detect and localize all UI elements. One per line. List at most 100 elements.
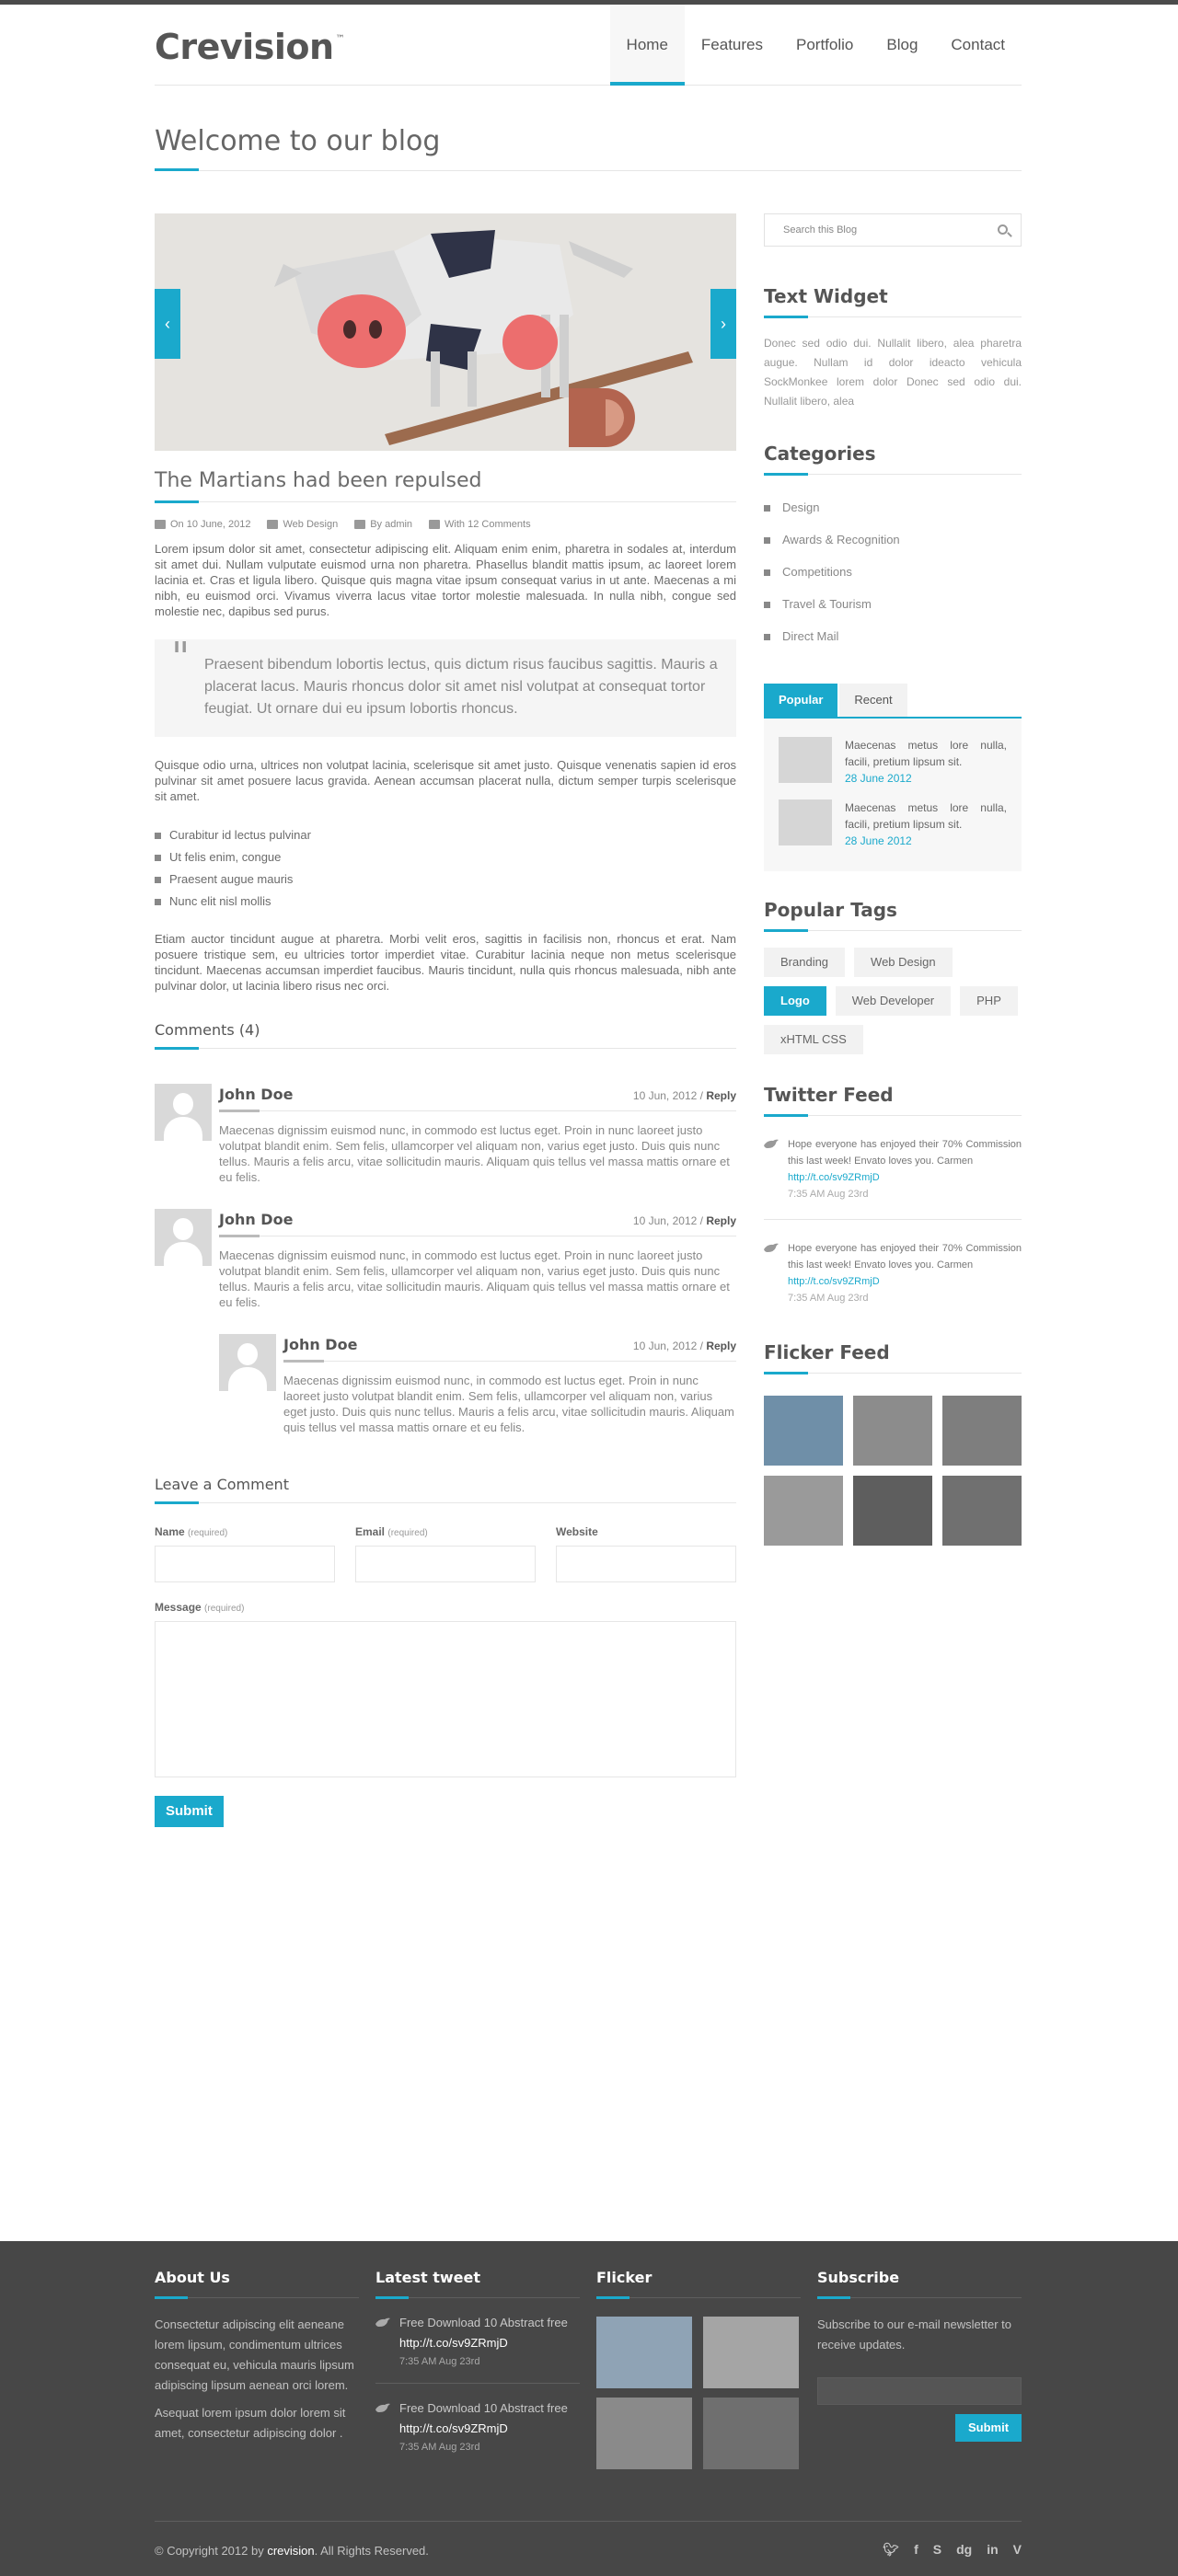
comment-date: 10 Jun, 2012 / <box>632 1340 703 1352</box>
tag[interactable]: xHTML CSS <box>764 1025 863 1054</box>
comment-reply: John Doe 10 Jun, 2012 / Reply Maecenas d… <box>219 1334 736 1435</box>
post-comments-count[interactable]: With 12 Comments <box>429 519 531 530</box>
email-field[interactable] <box>355 1546 536 1582</box>
post-category[interactable]: Web Design <box>267 519 338 530</box>
reply-link[interactable]: Reply <box>706 1340 736 1352</box>
search-icon[interactable] <box>998 224 1008 235</box>
flicker-photo[interactable] <box>853 1396 932 1466</box>
popular-post[interactable]: Maecenas metus lore nulla, facili, preti… <box>779 799 1007 849</box>
category-item[interactable]: Travel & Tourism <box>764 588 1022 620</box>
thumbnail <box>779 737 832 783</box>
name-field[interactable] <box>155 1546 335 1582</box>
email-label: Email <box>355 1525 386 1538</box>
nav-features[interactable]: Features <box>685 5 780 86</box>
form-title: Leave a Comment <box>155 1476 289 1493</box>
divider <box>155 1047 736 1050</box>
flickr-photo[interactable] <box>703 2317 799 2388</box>
tag[interactable]: Web Design <box>854 948 953 977</box>
post-paragraph: Lorem ipsum dolor sit amet, consectetur … <box>155 542 736 618</box>
flicker-photo[interactable] <box>942 1396 1022 1466</box>
tweet-link[interactable]: http://t.co/sv9ZRmjD <box>399 2419 568 2439</box>
category-item[interactable]: Awards & Recognition <box>764 523 1022 556</box>
post-author[interactable]: By admin <box>354 519 412 530</box>
name-label: Name <box>155 1525 185 1538</box>
tag[interactable]: Branding <box>764 948 846 977</box>
subscribe-button[interactable]: Submit <box>955 2414 1022 2442</box>
footer-flickr-title: Flicker <box>596 2269 653 2286</box>
comment-text: Maecenas dignissim euismod nunc, in comm… <box>219 1123 730 1184</box>
tag-cloud: Branding Web Design Logo Web Developer P… <box>764 948 1022 1054</box>
cow-illustration <box>155 213 736 451</box>
copyright: © Copyright 2012 by crevision. All Right… <box>155 2544 429 2558</box>
site-logo[interactable]: Crevision ™ <box>155 27 344 67</box>
post-title[interactable]: The Martians had been repulsed <box>155 469 736 492</box>
site-footer: About Us Consectetur adipiscing elit aen… <box>0 2241 1178 2576</box>
divider <box>155 1501 736 1504</box>
popular-post[interactable]: Maecenas metus lore nulla, facili, preti… <box>779 737 1007 787</box>
subscribe-email-field[interactable] <box>817 2377 1022 2405</box>
list-item: Praesent augue mauris <box>155 868 736 891</box>
reply-link[interactable]: Reply <box>706 1089 736 1102</box>
tag[interactable]: PHP <box>960 986 1018 1016</box>
nav-contact[interactable]: Contact <box>934 5 1022 86</box>
list-item: Curabitur id lectus pulvinar <box>155 824 736 846</box>
tab-popular[interactable]: Popular <box>764 684 838 717</box>
skype-icon[interactable]: S <box>933 2542 941 2558</box>
comment-date: 10 Jun, 2012 / <box>632 1089 703 1102</box>
tag[interactable]: Logo <box>764 986 826 1016</box>
popular-recent-tabs: Popular Recent <box>764 684 1022 719</box>
flicker-photo[interactable] <box>764 1476 843 1546</box>
footer-about: About Us Consectetur adipiscing elit aen… <box>155 2269 359 2444</box>
vimeo-icon[interactable]: V <box>1013 2542 1022 2558</box>
flickr-photo[interactable] <box>596 2398 692 2469</box>
site-header: Crevision ™ Home Features Portfolio Blog … <box>155 5 1022 86</box>
nav-portfolio[interactable]: Portfolio <box>780 5 870 86</box>
calendar-icon <box>155 520 166 530</box>
tweet-link[interactable]: http://t.co/sv9ZRmjD <box>788 1276 880 1287</box>
submit-button[interactable]: Submit <box>155 1796 224 1827</box>
tweet-link[interactable]: http://t.co/sv9ZRmjD <box>788 1172 880 1183</box>
digg-icon[interactable]: dg <box>956 2542 972 2558</box>
comment-form-row: Name (required) Email (required) Website <box>155 1525 736 1582</box>
flicker-photo[interactable] <box>853 1476 932 1546</box>
flicker-title: Flicker Feed <box>764 1341 890 1363</box>
reply-link[interactable]: Reply <box>706 1214 736 1227</box>
post-paragraph: Quisque odio urna, ultrices non volutpat… <box>155 758 736 803</box>
social-links: 🐦︎ f S dg in V <box>883 2542 1022 2558</box>
category-item[interactable]: Competitions <box>764 556 1022 588</box>
nav-home[interactable]: Home <box>609 5 685 86</box>
copyright-brand-link[interactable]: crevision <box>267 2544 314 2558</box>
slider-prev-button[interactable]: ‹ <box>155 289 180 359</box>
post-image-slider: ‹ › <box>155 213 736 451</box>
search-input[interactable]: Search this Blog <box>764 213 1022 247</box>
flickr-photo[interactable] <box>703 2398 799 2469</box>
slider-next-button[interactable]: › <box>710 289 736 359</box>
footer-subscribe-text: Subscribe to our e-mail newsletter to re… <box>817 2317 1011 2352</box>
nav-blog[interactable]: Blog <box>870 5 934 86</box>
twitter-icon[interactable]: 🐦︎ <box>883 2542 899 2558</box>
accent-underline <box>155 168 199 171</box>
flickr-photo[interactable] <box>596 2317 692 2388</box>
tweet: Hope everyone has enjoyed their 70% Comm… <box>764 1136 1022 1202</box>
message-field[interactable] <box>155 1621 736 1777</box>
category-item[interactable]: Design <box>764 491 1022 523</box>
tab-recent[interactable]: Recent <box>839 684 907 717</box>
facebook-icon[interactable]: f <box>914 2542 918 2558</box>
text-widget-title: Text Widget <box>764 285 888 307</box>
tags-title: Popular Tags <box>764 899 897 921</box>
main-nav: Home Features Portfolio Blog Contact <box>609 5 1022 86</box>
twitter-bird-icon <box>375 2403 390 2412</box>
website-field[interactable] <box>556 1546 736 1582</box>
twitter-bird-icon <box>764 1139 779 1148</box>
comments-title: Comments (4) <box>155 1021 260 1039</box>
flicker-photo[interactable] <box>764 1396 843 1466</box>
flicker-photo[interactable] <box>942 1476 1022 1546</box>
linkedin-icon[interactable]: in <box>987 2542 998 2558</box>
quote-icon: " <box>171 634 191 681</box>
category-item[interactable]: Direct Mail <box>764 620 1022 652</box>
tweet-link[interactable]: http://t.co/sv9ZRmjD <box>399 2333 568 2353</box>
post-list: Curabitur id lectus pulvinar Ut felis en… <box>155 824 736 913</box>
blockquote: " Praesent bibendum lobortis lectus, qui… <box>155 634 736 737</box>
tag[interactable]: Web Developer <box>835 986 952 1016</box>
comment-text: Maecenas dignissim euismod nunc, in comm… <box>283 1374 734 1434</box>
